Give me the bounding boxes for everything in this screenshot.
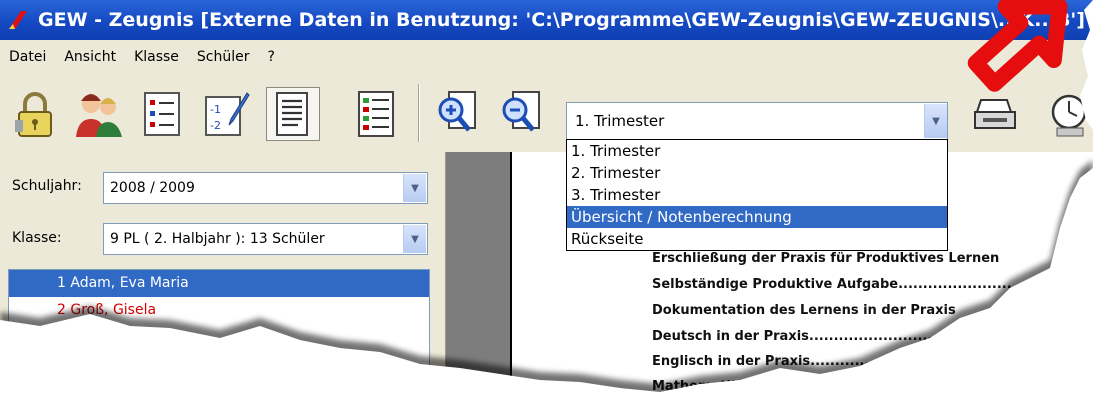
history-button[interactable] [1036, 87, 1090, 141]
title-bar: GEW - Zeugnis [Externe Daten in Benutzun… [0, 0, 1093, 40]
zoom-in-button[interactable] [432, 87, 486, 141]
grade-edit-icon: -1 -2 [205, 92, 250, 136]
period-option-2[interactable]: 2. Trimester [567, 162, 947, 184]
period-dropdown-list: 1. Trimester 2. Trimester 3. Trimester Ü… [566, 139, 948, 251]
document-view-button[interactable] [266, 87, 320, 141]
period-select[interactable]: 1. Trimester ▼ [566, 102, 948, 140]
lock-icon [15, 92, 52, 137]
menu-klasse[interactable]: Klasse [125, 49, 188, 65]
doc-line: Mathematik in der Praxis................… [652, 379, 971, 394]
students-icon [76, 94, 122, 137]
student-list-item[interactable]: 1 Adam, Eva Maria [9, 270, 429, 297]
zoom-out-button[interactable] [496, 87, 550, 141]
student-list: 1 Adam, Eva Maria 2 Groß, Gisela 3 Hausf… [8, 269, 430, 414]
klasse-select[interactable]: 9 PL ( 2. Halbjahr ): 13 Schüler ▼ [103, 223, 428, 255]
print-icon [974, 99, 1016, 129]
window-title: GEW - Zeugnis [Externe Daten in Benutzun… [38, 9, 1085, 31]
doc-line: Erschließung der Praxis für Produktives … [652, 251, 1000, 266]
klasse-label: Klasse: [12, 230, 62, 246]
chevron-down-icon[interactable]: ▼ [403, 225, 426, 253]
checklist-icon [144, 92, 180, 136]
menu-bar: Datei Ansicht Klasse Schüler ? [0, 40, 1093, 74]
student-list-item[interactable]: 2 Groß, Gisela [9, 297, 429, 324]
doc-line: Englisch in der Praxis..................… [652, 354, 959, 369]
checklist-button[interactable] [136, 87, 190, 141]
period-option-overview[interactable]: Übersicht / Notenberechnung [567, 206, 947, 228]
screenshot-stage: GEW - Zeugnis [Externe Daten in Benutzun… [0, 0, 1093, 414]
clock-icon [1051, 94, 1087, 137]
grade-edit-button[interactable]: -1 -2 [200, 87, 254, 141]
period-option-3[interactable]: 3. Trimester [567, 184, 947, 206]
report-list-icon [358, 91, 394, 137]
menu-schueler[interactable]: Schüler [188, 49, 259, 65]
period-option-1[interactable]: 1. Trimester [567, 140, 947, 162]
period-select-value: 1. Trimester [575, 112, 665, 130]
menu-ansicht[interactable]: Ansicht [55, 49, 125, 65]
svg-text:-1: -1 [210, 103, 221, 116]
app-logo-icon [6, 8, 30, 32]
doc-line: Dokumentation des Lernens in der Praxis [652, 303, 956, 318]
schuljahr-label: Schuljahr: [12, 178, 82, 194]
zoom-in-icon [438, 91, 476, 132]
zoom-out-icon [502, 91, 540, 132]
left-panel: Schuljahr: 2008 / 2009 ▼ Klasse: 9 PL ( … [0, 152, 446, 414]
print-button[interactable] [968, 87, 1022, 141]
document-icon [276, 92, 308, 136]
chevron-down-icon[interactable]: ▼ [924, 104, 947, 138]
lock-button[interactable] [8, 87, 62, 141]
doc-line: Deutsch in der Praxis...................… [652, 329, 962, 344]
report-list-button[interactable] [350, 87, 404, 141]
doc-line: Selbständige Produktive Aufgabe.........… [652, 277, 1012, 292]
svg-text:-2: -2 [210, 119, 221, 132]
schuljahr-value: 2008 / 2009 [110, 180, 195, 196]
student-list-item[interactable]: 3 Hausfrau, H... [9, 324, 429, 351]
menu-datei[interactable]: Datei [0, 49, 55, 65]
schuljahr-select[interactable]: 2008 / 2009 ▼ [103, 172, 428, 204]
klasse-value: 9 PL ( 2. Halbjahr ): 13 Schüler [110, 231, 325, 247]
document-margin [446, 152, 510, 414]
period-option-back[interactable]: Rückseite [567, 228, 947, 250]
menu-help[interactable]: ? [259, 49, 284, 65]
toolbar-separator [418, 84, 420, 142]
chevron-down-icon[interactable]: ▼ [403, 174, 426, 202]
students-button[interactable] [72, 87, 126, 141]
